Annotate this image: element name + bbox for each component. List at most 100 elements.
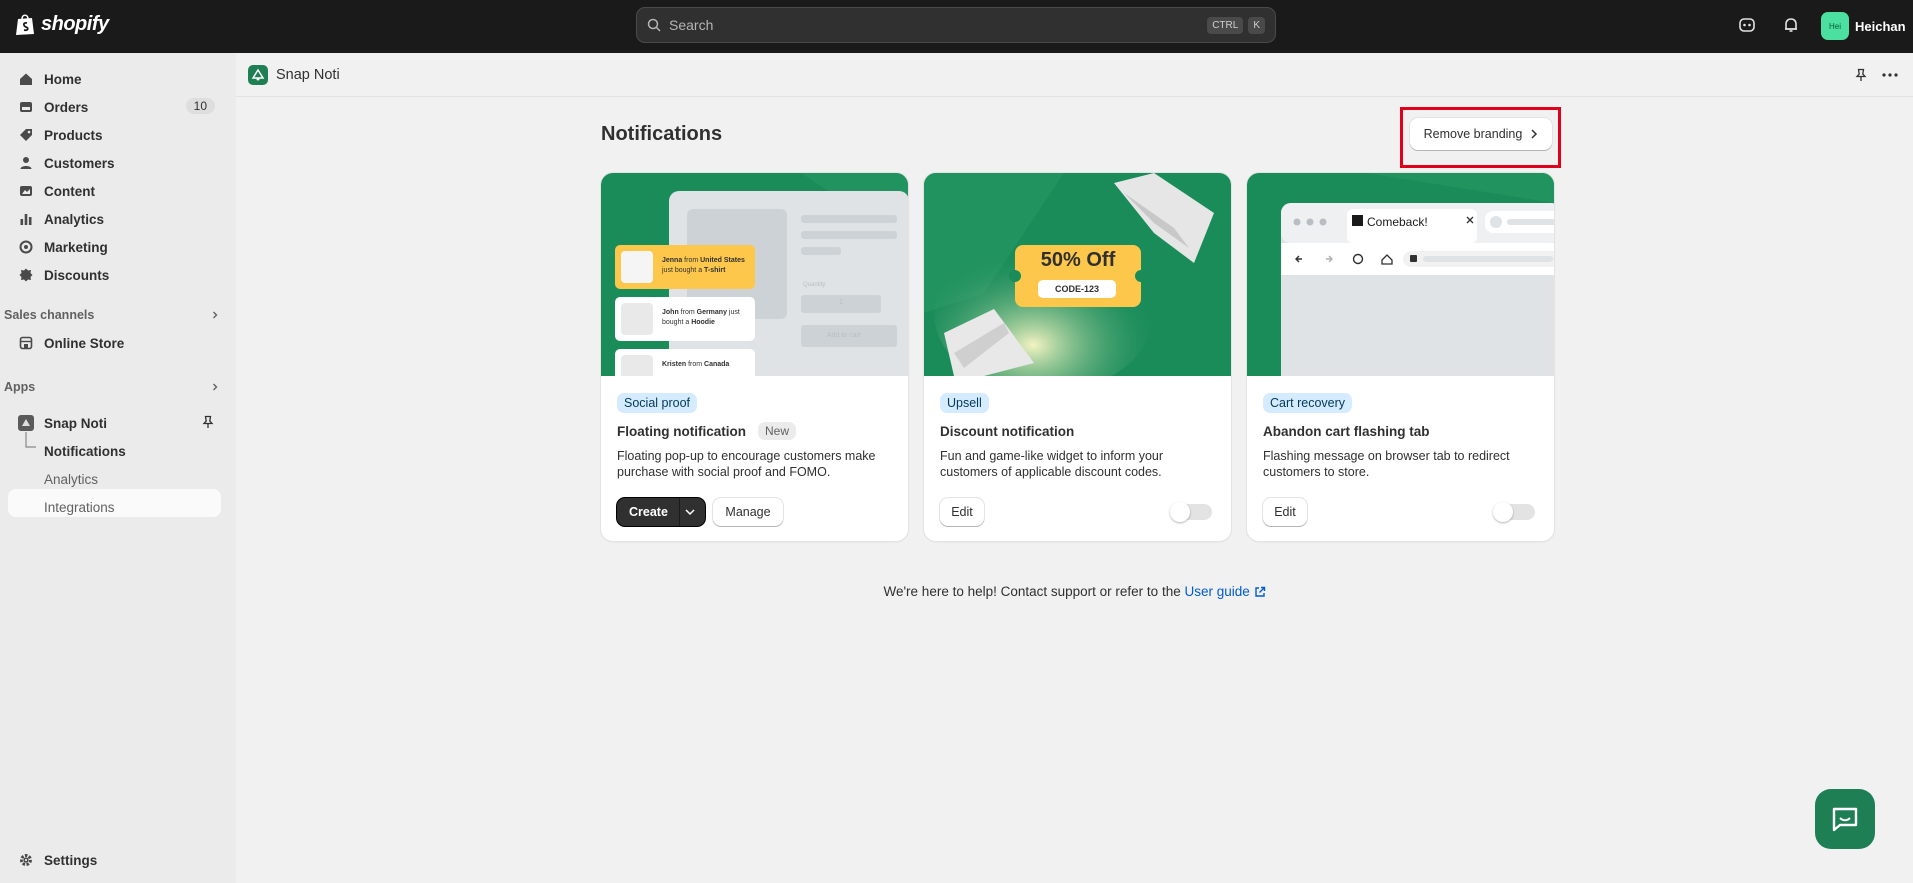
- help-message: We're here to help! Contact support or r…: [883, 584, 1185, 599]
- card-title: Floating notification: [617, 424, 746, 439]
- tag-icon: [18, 127, 34, 143]
- sidebar-item-content[interactable]: Content: [8, 178, 221, 204]
- quantity-label: Quantity: [803, 282, 826, 288]
- shopify-logo[interactable]: shopify: [14, 12, 109, 36]
- more-actions-icon[interactable]: [1882, 73, 1898, 77]
- discount-notification-toggle[interactable]: [1170, 502, 1212, 522]
- remove-branding-label: Remove branding: [1423, 127, 1523, 141]
- shortcut-ctrl: CTRL: [1207, 16, 1244, 34]
- card-discount-notification: 50% Off CODE-123 Upsell Discount notific…: [924, 173, 1231, 541]
- sales-channels-header[interactable]: Sales channels: [4, 308, 220, 322]
- tag-upsell: Upsell: [940, 393, 989, 413]
- sidebar-item-label: Content: [44, 183, 95, 199]
- sidebar-item-label: Online Store: [44, 335, 125, 351]
- sidebar-item-settings[interactable]: Settings: [8, 847, 221, 873]
- orders-icon: [18, 99, 34, 115]
- page-title: Notifications: [601, 123, 723, 145]
- sidebar-item-customers[interactable]: Customers: [8, 150, 221, 176]
- offer-text: 50% Off: [1040, 249, 1116, 271]
- sidebar-item-marketing[interactable]: Marketing: [8, 234, 221, 260]
- sidebar: Home Orders 10 Products Customers Conten…: [0, 53, 236, 883]
- gear-icon: [18, 852, 34, 868]
- sidebar-item-home[interactable]: Home: [8, 66, 221, 92]
- create-split-button: Create: [617, 498, 705, 526]
- abandon-cart-illustration: Comeback!: [1247, 173, 1554, 376]
- code-text: CODE-123: [1054, 284, 1099, 294]
- tag-social-proof: Social proof: [617, 393, 698, 413]
- sidebar-item-label: Home: [44, 71, 82, 87]
- card-floating-notification: Jenna from United States just bought a T…: [601, 173, 908, 541]
- avatar: Hei: [1821, 12, 1849, 40]
- sidebar-item-app-analytics[interactable]: Analytics: [44, 472, 98, 487]
- sidebar-item-label: Snap Noti: [44, 415, 107, 431]
- chat-support-button[interactable]: [1815, 789, 1875, 849]
- logo-text: shopify: [41, 12, 109, 35]
- sidebar-item-discounts[interactable]: Discounts: [8, 262, 221, 288]
- app-title: Snap Noti: [276, 66, 340, 83]
- sidebar-item-notifications[interactable]: Notifications: [44, 444, 126, 459]
- search-icon: [647, 18, 661, 32]
- snap-noti-logo-icon: [248, 64, 268, 85]
- bell-icon[interactable]: [1782, 16, 1800, 34]
- person-icon: [18, 155, 34, 171]
- user-menu[interactable]: Hei Heichan: [1821, 12, 1906, 40]
- card-title: Abandon cart flashing tab: [1263, 424, 1430, 439]
- user-guide-link[interactable]: User guide: [1184, 584, 1265, 599]
- main-content: Snap Noti Notifications Remove branding: [236, 53, 1913, 883]
- shopify-bag-icon: [16, 14, 34, 35]
- toggle-knob: [1493, 502, 1513, 522]
- target-icon: [18, 239, 34, 255]
- sidebar-item-online-store[interactable]: Online Store: [8, 330, 221, 356]
- sidebar-item-snap-noti[interactable]: Snap Noti: [8, 410, 221, 436]
- external-link-icon: [1254, 586, 1265, 597]
- sidebar-item-label: Analytics: [44, 211, 105, 227]
- create-button[interactable]: Create: [629, 505, 668, 519]
- search-input[interactable]: Search CTRL K: [636, 7, 1276, 43]
- popup-3-text: Kristen from Canada: [662, 361, 730, 368]
- abandon-cart-toggle[interactable]: [1493, 502, 1535, 522]
- store-icon: [18, 335, 34, 351]
- sidebar-item-label: Settings: [44, 852, 98, 868]
- chat-bubble-icon: [1832, 807, 1858, 832]
- card-description: Floating pop-up to encourage customers m…: [617, 449, 876, 479]
- sales-channels-title: Sales channels: [4, 308, 95, 322]
- shortcut-k: K: [1248, 16, 1265, 34]
- chevron-right-icon: [213, 383, 218, 391]
- content-icon: [18, 183, 34, 199]
- sidebar-item-orders[interactable]: Orders 10: [8, 94, 221, 120]
- orders-count-badge: 10: [185, 98, 215, 114]
- split-divider: [679, 498, 680, 526]
- sidebar-item-analytics[interactable]: Analytics: [8, 206, 221, 232]
- sidebar-item-label: Orders: [44, 99, 89, 115]
- card-title: Discount notification: [940, 424, 1075, 439]
- chevron-right-icon: [213, 311, 218, 319]
- sidebar-item-label: Products: [44, 127, 103, 143]
- sidebar-item-label: Marketing: [44, 239, 108, 255]
- sidebar-item-label: Customers: [44, 155, 115, 171]
- popup-1-text: Jenna from United States just bought a T…: [662, 257, 745, 274]
- app-title-bar: Snap Noti: [236, 53, 1913, 97]
- discount-icon: [18, 267, 34, 283]
- quantity-value: 1: [839, 299, 843, 306]
- toggle-knob: [1170, 502, 1190, 522]
- pin-icon[interactable]: [1854, 68, 1868, 82]
- remove-branding-button[interactable]: Remove branding: [1410, 118, 1552, 150]
- manage-button[interactable]: Manage: [713, 498, 783, 526]
- bar-chart-icon: [18, 211, 34, 227]
- pin-icon[interactable]: [201, 415, 215, 429]
- card-abandon-cart: Comeback! Cart recovery Abandon cart fla…: [1247, 173, 1554, 541]
- popup-2-text: John from Germany just bought a Hoodie: [662, 309, 740, 326]
- sidebar-item-products[interactable]: Products: [8, 122, 221, 148]
- chevron-right-icon: [1531, 129, 1538, 139]
- chevron-down-icon[interactable]: [685, 508, 695, 516]
- edit-button[interactable]: Edit: [1263, 498, 1307, 526]
- edit-button[interactable]: Edit: [940, 498, 984, 526]
- card-description: Flashing message on browser tab to redir…: [1263, 449, 1510, 479]
- top-bar: shopify Search CTRL K Hei Heichan: [0, 0, 1913, 53]
- sidekick-icon[interactable]: [1738, 16, 1756, 34]
- sidebar-item-integrations[interactable]: Integrations: [44, 500, 115, 515]
- snap-noti-app-icon: [18, 415, 34, 431]
- card-description: Fun and game-like widget to inform your …: [940, 449, 1164, 479]
- apps-header[interactable]: Apps: [4, 380, 220, 394]
- user-name: Heichan: [1855, 18, 1906, 34]
